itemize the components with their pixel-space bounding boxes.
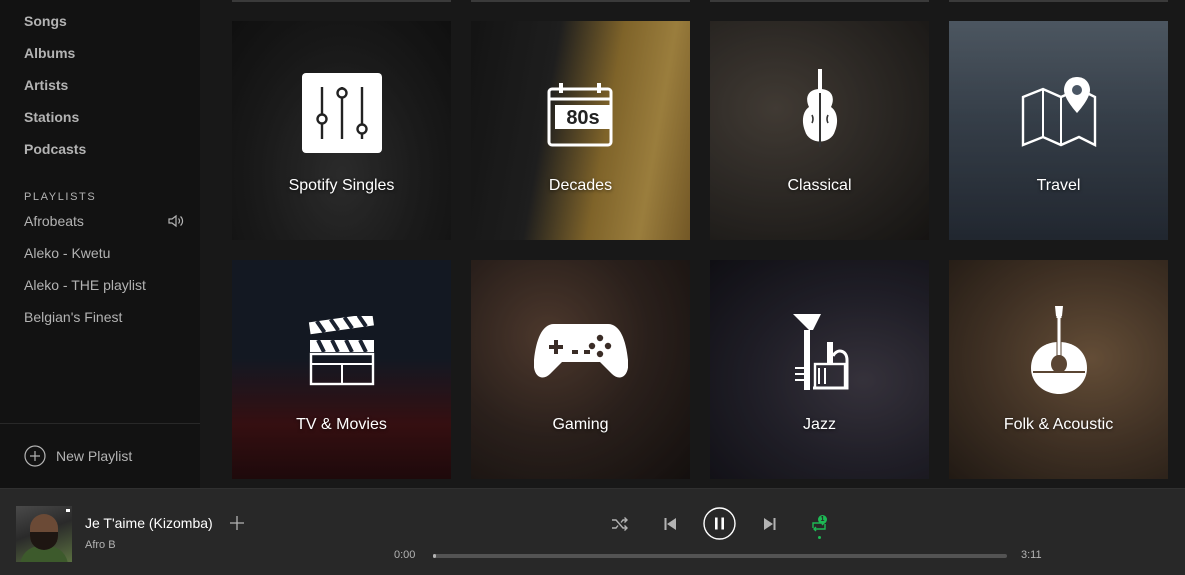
genre-label: Travel [1036, 177, 1081, 194]
repeat-one-button[interactable]: 1 [810, 513, 830, 541]
playlists-heading: PLAYLISTS [24, 191, 97, 203]
genre-tile-jazz[interactable]: Jazz [710, 260, 929, 479]
genre-tile-tv-movies[interactable]: TV & Movies [232, 260, 451, 479]
speaker-icon [168, 214, 184, 228]
playlist-item-belgians-finest[interactable]: Belgian's Finest [24, 301, 184, 333]
tile-edge [232, 0, 451, 2]
genre-label: Gaming [552, 416, 609, 433]
playlist-item-aleko-the-playlist[interactable]: Aleko - THE playlist [24, 269, 184, 301]
shuffle-icon[interactable] [611, 516, 629, 532]
gamepad-icon [533, 324, 628, 378]
plus-circle-icon [24, 445, 46, 467]
playlist-list: Afrobeats Aleko - Kwetu Aleko - THE play… [24, 205, 184, 333]
playlist-item-label: Afrobeats [24, 213, 84, 229]
genre-grid: Spotify Singles 80s Decades Classical Tr… [200, 0, 1185, 488]
sidebar-divider [0, 423, 200, 424]
map-pin-icon [1021, 77, 1096, 147]
nav-albums[interactable]: Albums [24, 37, 86, 69]
genre-label: Folk & Acoustic [1003, 416, 1114, 433]
tile-edge [949, 0, 1168, 2]
album-cover[interactable] [16, 506, 72, 562]
trumpet-icon [792, 314, 848, 390]
tile-edge [471, 0, 690, 2]
nav-artists[interactable]: Artists [24, 69, 86, 101]
new-playlist-button[interactable]: New Playlist [24, 445, 132, 467]
genre-label: Spotify Singles [288, 177, 395, 194]
genre-tile-decades[interactable]: 80s Decades [471, 21, 690, 240]
new-playlist-label: New Playlist [56, 448, 133, 464]
clapperboard-icon [308, 316, 374, 386]
playback-progress-bar[interactable] [433, 554, 1007, 558]
playlist-item-aleko-kwetu[interactable]: Aleko - Kwetu [24, 237, 184, 269]
cover-mark [66, 509, 70, 512]
elapsed-time: 0:00 [394, 549, 416, 561]
library-nav: Songs Albums Artists Stations Podcasts [24, 5, 86, 165]
progress-fill [433, 554, 436, 558]
playlist-item-label: Aleko - THE playlist [24, 277, 146, 293]
genre-tile-folk-acoustic[interactable]: Folk & Acoustic [949, 260, 1168, 479]
svg-text:80s: 80s [566, 107, 599, 129]
genre-tile-classical[interactable]: Classical [710, 21, 929, 240]
active-indicator-dot [818, 536, 821, 539]
violin-icon [802, 69, 837, 147]
sliders-icon [301, 73, 382, 153]
nav-songs[interactable]: Songs [24, 5, 86, 37]
genre-label: Jazz [803, 416, 836, 433]
genre-tile-gaming[interactable]: Gaming [471, 260, 690, 479]
track-artist[interactable]: Afro B [85, 539, 116, 551]
nav-podcasts[interactable]: Podcasts [24, 133, 86, 165]
now-playing-bar: Je T'aime (Kizomba) Afro B 1 0:00 3:11 [0, 488, 1185, 575]
spotify-app: Songs Albums Artists Stations Podcasts P… [0, 0, 1185, 575]
track-title[interactable]: Je T'aime (Kizomba) [85, 515, 213, 531]
genre-label: TV & Movies [296, 416, 387, 433]
playlist-item-afrobeats[interactable]: Afrobeats [24, 205, 184, 237]
genre-tile-spotify-singles[interactable]: Spotify Singles [232, 21, 451, 240]
previous-track-icon[interactable] [664, 517, 677, 531]
genre-tile-travel[interactable]: Travel [949, 21, 1168, 240]
genre-label: Decades [548, 177, 613, 194]
total-duration: 3:11 [1021, 549, 1042, 561]
calendar-80s-icon: 80s [547, 83, 612, 147]
next-track-icon[interactable] [763, 517, 776, 531]
tile-edge [710, 0, 929, 2]
mandolin-icon [1030, 306, 1087, 394]
genre-label: Classical [787, 177, 852, 194]
pause-button[interactable] [703, 507, 736, 540]
repeat-count-badge: 1 [818, 515, 827, 524]
playlist-item-label: Aleko - Kwetu [24, 245, 111, 261]
nav-stations[interactable]: Stations [24, 101, 86, 133]
sidebar: Songs Albums Artists Stations Podcasts P… [0, 0, 200, 488]
playlist-item-label: Belgian's Finest [24, 309, 123, 325]
add-to-library-icon[interactable] [229, 515, 245, 531]
